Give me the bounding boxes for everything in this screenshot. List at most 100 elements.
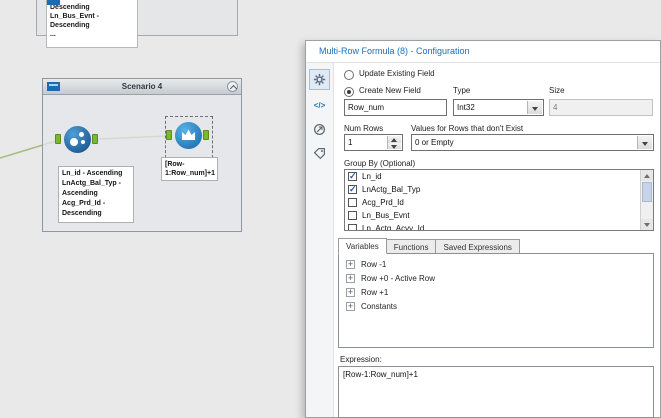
- create-new-field-label: Create New Field: [359, 86, 421, 95]
- dropdown-arrow-icon[interactable]: [637, 136, 652, 149]
- gear-icon: [313, 73, 326, 86]
- expand-icon[interactable]: +: [346, 273, 355, 283]
- type-dropdown[interactable]: Int32: [453, 99, 544, 116]
- configuration-tab-icon[interactable]: [309, 69, 330, 90]
- navigation-icon[interactable]: [309, 119, 330, 140]
- expression-label: Expression:: [340, 355, 382, 364]
- size-label: Size: [549, 86, 565, 95]
- config-icon-strip: </>: [306, 63, 334, 417]
- group-by-item[interactable]: Acg_Prd_Id: [345, 196, 653, 209]
- annotation-line: Acg_Prd_Id -: [62, 200, 106, 207]
- annotation-line: Descending: [62, 210, 102, 217]
- dropdown-arrow-icon[interactable]: [527, 101, 542, 114]
- panel-title: Multi-Row Formula (8) - Configuration: [319, 46, 470, 56]
- checkbox[interactable]: [348, 184, 357, 195]
- sort-tool[interactable]: [64, 126, 91, 153]
- scrollbar[interactable]: [640, 170, 653, 230]
- annotation-line: 1:Row_num]+1: [165, 170, 215, 177]
- tab-variables[interactable]: Variables: [338, 238, 387, 254]
- output-anchor[interactable]: [203, 130, 209, 140]
- formula-tool-annotation: [Row- 1:Row_num]+1: [161, 157, 218, 181]
- group-by-item[interactable]: LnActg_Bal_Typ: [345, 183, 653, 196]
- checkbox[interactable]: [348, 211, 357, 220]
- annotation-line: Ln_Bus_Evnt -: [50, 13, 100, 20]
- variables-tree[interactable]: + Row -1 + Row +0 - Active Row + Row +1 …: [338, 253, 654, 348]
- num-rows-value: 1: [348, 138, 353, 147]
- expression-editor[interactable]: [Row-1:Row_num]+1: [338, 366, 654, 418]
- group-by-item-label: Ln_Actg_Acvy_Id: [362, 224, 425, 231]
- update-existing-field-radio[interactable]: [344, 70, 354, 80]
- tree-item[interactable]: + Row +1: [339, 285, 653, 299]
- configuration-panel: Multi-Row Formula (8) - Configuration </…: [305, 40, 661, 418]
- create-new-field-radio[interactable]: [344, 87, 354, 97]
- expand-icon[interactable]: +: [346, 287, 355, 297]
- tree-item[interactable]: + Row -1: [339, 257, 653, 271]
- sort-tool-icon-dot: [79, 132, 84, 137]
- expand-icon[interactable]: +: [346, 301, 355, 311]
- field-name-input[interactable]: Row_num: [344, 99, 447, 116]
- group-by-item[interactable]: Ln_Bus_Evnt: [345, 209, 653, 222]
- group-by-label: Group By (Optional): [344, 159, 416, 168]
- tree-item-label: Constants: [361, 301, 398, 311]
- annotation-line: ...: [50, 31, 56, 38]
- values-dropdown[interactable]: 0 or Empty: [411, 134, 654, 151]
- tree-item[interactable]: + Constants: [339, 299, 653, 313]
- input-anchor[interactable]: [55, 134, 61, 144]
- type-value: Int32: [457, 103, 475, 112]
- container-header[interactable]: Scenario 4: [43, 79, 241, 95]
- annotation-line: Descending: [50, 4, 90, 11]
- spinner-down-button[interactable]: [388, 142, 401, 149]
- annotation-line: LnActg_Bal_Typ -: [62, 180, 121, 187]
- tag-icon[interactable]: [309, 143, 330, 164]
- annotation-line: [Row-: [165, 161, 185, 168]
- field-name-value: Row_num: [348, 103, 385, 112]
- size-input: 4: [549, 99, 653, 116]
- container-icon: [47, 82, 60, 91]
- container-collapse-button[interactable]: [227, 81, 238, 93]
- scroll-up-button[interactable]: [641, 170, 653, 181]
- checkbox[interactable]: [348, 224, 357, 230]
- values-dropdown-value: 0 or Empty: [415, 138, 454, 147]
- tab-saved-expressions[interactable]: Saved Expressions: [435, 239, 520, 254]
- crown-icon: [182, 129, 195, 140]
- tab-functions[interactable]: Functions: [385, 239, 437, 254]
- input-anchor[interactable]: [166, 130, 172, 140]
- values-label: Values for Rows that don't Exist: [411, 124, 524, 133]
- sort-tool-icon-dot: [81, 140, 85, 144]
- group-by-list[interactable]: Ln_id LnActg_Bal_Typ Acg_Prd_Id Ln_Bus_E…: [344, 169, 654, 231]
- expression-text: [Row-1:Row_num]+1: [343, 370, 418, 379]
- spinner-buttons: [387, 136, 401, 149]
- group-by-item-label: LnActg_Bal_Typ: [362, 185, 421, 194]
- tree-item[interactable]: + Row +0 - Active Row: [339, 271, 653, 285]
- tree-item-label: Row -1: [361, 259, 387, 269]
- sort-tool-icon: [70, 138, 78, 146]
- expand-icon[interactable]: +: [346, 259, 355, 269]
- multi-row-formula-tool[interactable]: [175, 122, 202, 149]
- scroll-down-button[interactable]: [641, 219, 653, 230]
- scrollbar-thumb[interactable]: [642, 182, 652, 202]
- checkbox[interactable]: [348, 171, 357, 182]
- code-icon[interactable]: </>: [309, 95, 330, 116]
- tool-icon-partial: [47, 0, 60, 5]
- group-by-item[interactable]: Ln_id: [345, 170, 653, 183]
- num-rows-label: Num Rows: [344, 124, 384, 133]
- annotation-line: Descending: [50, 22, 90, 29]
- checkbox[interactable]: [348, 198, 357, 207]
- group-by-item-label: Ln_id: [362, 172, 382, 181]
- group-by-item[interactable]: Ln_Actg_Acvy_Id: [345, 222, 653, 231]
- tree-item-label: Row +1: [361, 287, 389, 297]
- annotation-line: Ln_id - Ascending: [62, 170, 123, 177]
- output-anchor[interactable]: [92, 134, 98, 144]
- expression-tabs: Variables Functions Saved Expressions: [338, 238, 520, 254]
- sort-tool-annotation: Ln_id - Ascending LnActg_Bal_Typ - Ascen…: [58, 166, 134, 223]
- container-title: Scenario 4: [121, 82, 163, 91]
- num-rows-spinner[interactable]: 1: [344, 134, 403, 151]
- group-by-item-label: Acg_Prd_Id: [362, 198, 404, 207]
- tree-item-label: Row +0 - Active Row: [361, 273, 436, 283]
- divider: [306, 62, 660, 63]
- update-existing-field-label: Update Existing Field: [359, 69, 435, 78]
- annotation-box: Descending Ln_Bus_Evnt - Descending ...: [46, 0, 138, 48]
- size-value: 4: [553, 103, 558, 112]
- annotation-line: Ascending: [62, 190, 98, 197]
- type-label: Type: [453, 86, 471, 95]
